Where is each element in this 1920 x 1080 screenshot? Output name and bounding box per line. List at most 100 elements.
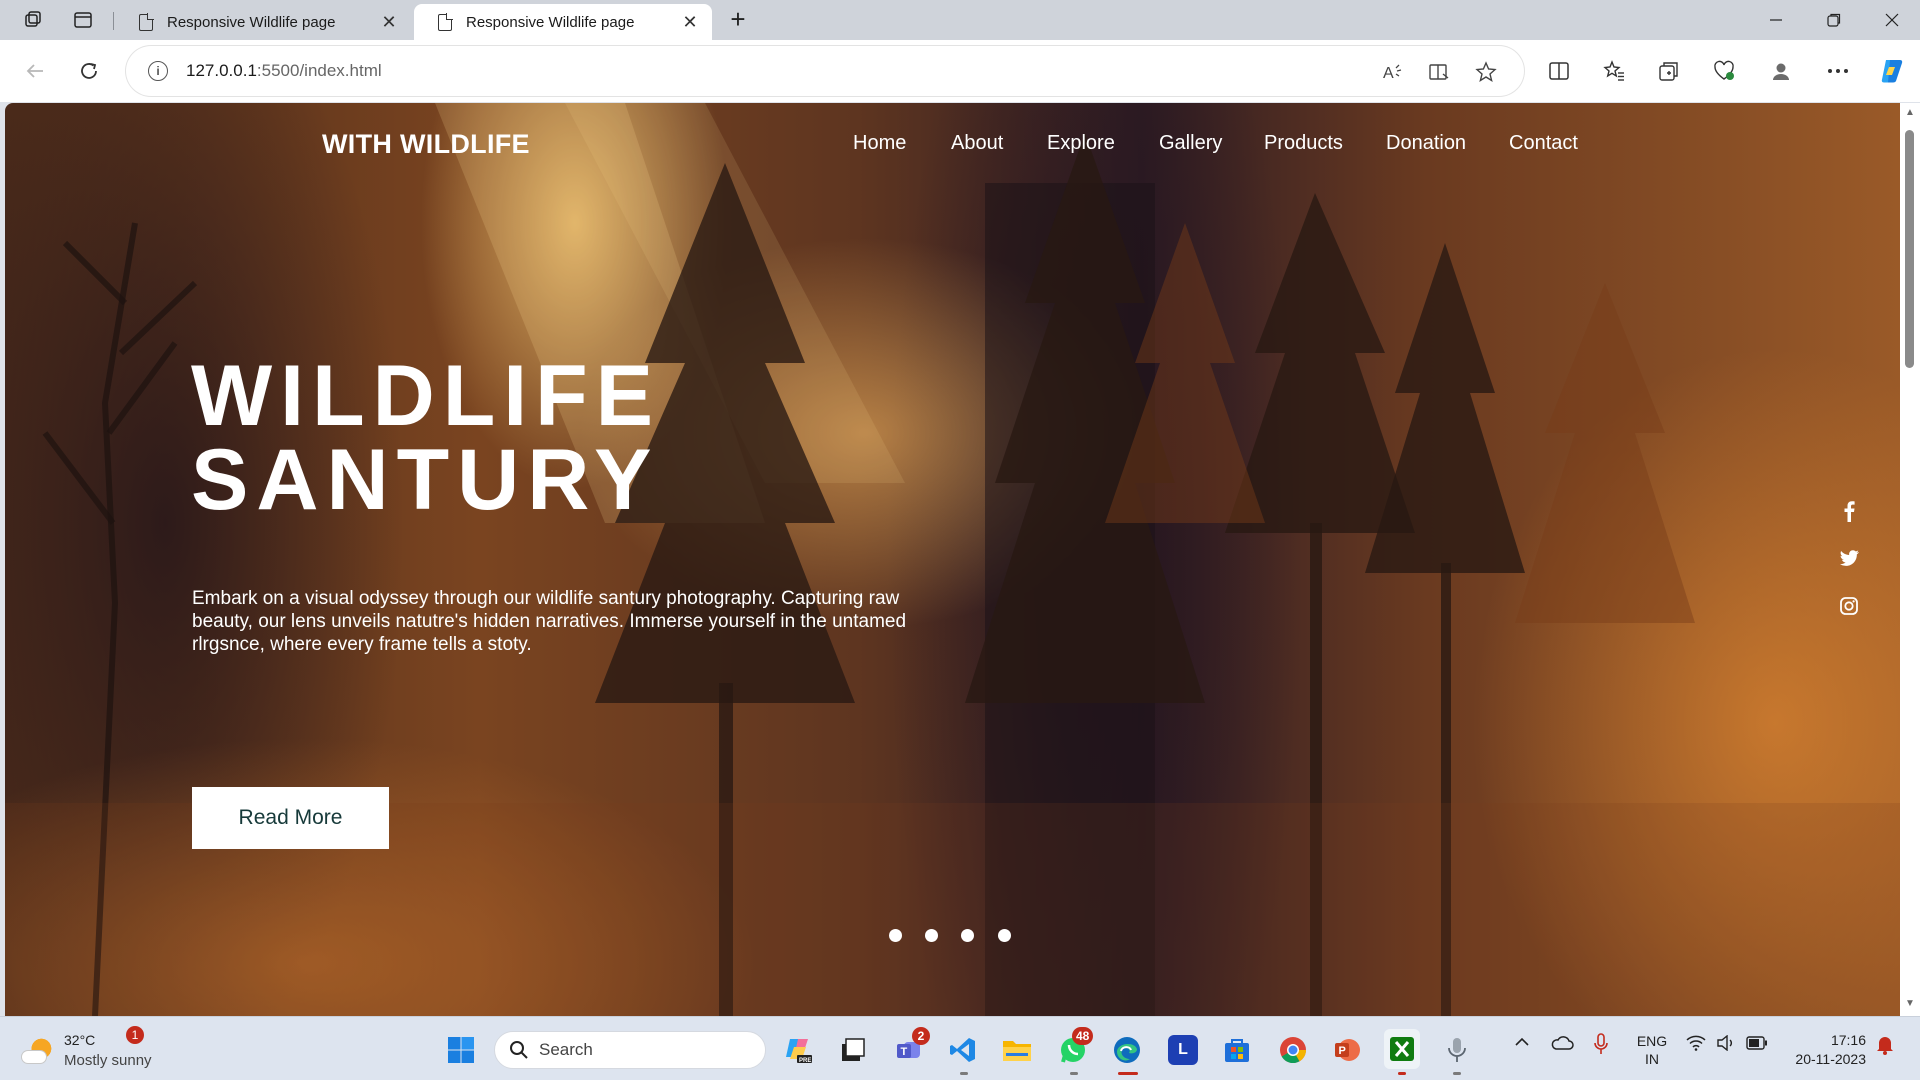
hero-description: Embark on a visual odyssey through our w… xyxy=(192,588,907,655)
page-icon xyxy=(438,12,453,31)
wifi-icon[interactable] xyxy=(1686,1035,1706,1055)
tab-wildlife-2[interactable]: Responsive Wildlife page ✕ xyxy=(414,4,712,40)
instagram-icon[interactable] xyxy=(1837,594,1861,618)
page-icon xyxy=(139,12,154,31)
browser-essentials-icon[interactable] xyxy=(1707,54,1741,88)
site-logo[interactable]: WITH WILDLIFE xyxy=(322,129,530,160)
cloud-icon xyxy=(22,1051,46,1063)
clock-time: 17:16 xyxy=(1830,1032,1866,1048)
read-more-button[interactable]: Read More xyxy=(192,787,389,849)
back-arrow-icon[interactable] xyxy=(18,54,52,88)
windows-start-icon[interactable] xyxy=(446,1035,476,1065)
page-hero-section: WITH WILDLIFE Home About Explore Gallery… xyxy=(5,103,1900,1016)
browser-toolbar: i 127.0.0.1:5500/index.html A xyxy=(0,40,1920,102)
recorder-running-indicator xyxy=(1453,1072,1461,1075)
address-bar[interactable]: i 127.0.0.1:5500/index.html A xyxy=(126,46,1524,96)
scroll-up-arrow-icon[interactable]: ▲ xyxy=(1904,107,1916,118)
close-tab-icon[interactable]: ✕ xyxy=(680,12,700,33)
tab-title: Responsive Wildlife page xyxy=(466,13,635,31)
immersive-reader-icon[interactable] xyxy=(1426,59,1452,85)
language-code: ENG xyxy=(1636,1033,1668,1049)
onedrive-cloud-icon[interactable] xyxy=(1550,1035,1574,1055)
read-aloud-icon[interactable]: A xyxy=(1380,59,1406,85)
slider-dot[interactable] xyxy=(998,929,1011,942)
input-language-indicator[interactable]: ENG IN xyxy=(1636,1032,1668,1068)
nav-about[interactable]: About xyxy=(951,132,1003,155)
favorite-star-icon[interactable] xyxy=(1473,59,1499,85)
site-info-icon[interactable]: i xyxy=(148,61,168,81)
teams-icon[interactable]: T 2 xyxy=(894,1027,930,1065)
vscode-running-indicator xyxy=(960,1072,968,1075)
nav-explore[interactable]: Explore xyxy=(1047,132,1115,155)
collections-icon[interactable] xyxy=(1652,54,1686,88)
tab-actions-icon[interactable] xyxy=(68,6,98,34)
search-label: Search xyxy=(539,1040,593,1059)
microsoft-store-icon[interactable] xyxy=(1222,1035,1252,1065)
task-view-icon[interactable] xyxy=(838,1035,868,1065)
nav-home[interactable]: Home xyxy=(853,132,906,155)
weather-description: Mostly sunny xyxy=(64,1052,152,1069)
close-tab-icon[interactable]: ✕ xyxy=(379,12,399,33)
tab-wildlife-1[interactable]: Responsive Wildlife page ✕ xyxy=(115,4,411,40)
forest-background-image xyxy=(5,103,1900,1016)
scroll-down-arrow-icon[interactable]: ▼ xyxy=(1904,998,1916,1009)
profile-avatar-icon[interactable] xyxy=(1764,54,1798,88)
search-icon xyxy=(510,1041,528,1059)
slider-dot[interactable] xyxy=(925,929,938,942)
close-window-button[interactable] xyxy=(1864,0,1920,40)
browser-title-bar: Responsive Wildlife page ✕ Responsive Wi… xyxy=(0,0,1920,40)
split-screen-icon[interactable] xyxy=(1542,54,1576,88)
svg-text:P: P xyxy=(1339,1045,1346,1057)
slider-dot[interactable] xyxy=(961,929,974,942)
file-explorer-icon[interactable] xyxy=(1002,1035,1032,1065)
xbox-icon[interactable] xyxy=(1384,1029,1420,1069)
nav-gallery[interactable]: Gallery xyxy=(1159,132,1222,155)
minimize-button[interactable] xyxy=(1748,0,1804,40)
restore-button[interactable] xyxy=(1806,0,1862,40)
l-app-icon[interactable]: L xyxy=(1168,1035,1198,1065)
svg-text:A: A xyxy=(1383,65,1394,82)
edge-active-indicator xyxy=(1118,1072,1138,1075)
windows-taskbar: 32°C Mostly sunny 1 Search PRE T 2 48 L xyxy=(0,1016,1920,1080)
volume-icon[interactable] xyxy=(1716,1034,1736,1055)
clock-date: 20-11-2023 xyxy=(1795,1051,1866,1067)
url-text[interactable]: 127.0.0.1:5500/index.html xyxy=(186,61,382,81)
teams-notification-badge: 2 xyxy=(912,1027,930,1045)
svg-text:PRE: PRE xyxy=(799,1058,811,1064)
taskbar-search-box[interactable]: Search xyxy=(494,1031,766,1069)
nav-donation[interactable]: Donation xyxy=(1386,132,1466,155)
whatsapp-running-indicator xyxy=(1070,1072,1078,1075)
battery-icon[interactable] xyxy=(1746,1036,1768,1054)
hero-title-line1: WILDLIFE xyxy=(191,348,662,444)
copilot-icon[interactable] xyxy=(1875,54,1909,88)
weather-notification-badge: 1 xyxy=(126,1026,144,1044)
slider-dot[interactable] xyxy=(889,929,902,942)
svg-text:T: T xyxy=(901,1046,908,1058)
edge-browser-icon[interactable] xyxy=(1112,1035,1142,1065)
voice-recorder-icon[interactable] xyxy=(1442,1035,1472,1065)
whatsapp-notification-badge: 48 xyxy=(1072,1027,1094,1045)
notification-bell-icon[interactable] xyxy=(1876,1035,1894,1059)
workspaces-icon[interactable] xyxy=(18,6,48,34)
nav-contact[interactable]: Contact xyxy=(1509,132,1578,155)
powerpoint-icon[interactable]: P xyxy=(1332,1035,1362,1065)
xbox-running-indicator xyxy=(1398,1072,1406,1075)
favorites-icon[interactable] xyxy=(1597,54,1631,88)
tab-separator xyxy=(113,12,114,30)
twitter-icon[interactable] xyxy=(1837,547,1861,571)
refresh-icon[interactable] xyxy=(72,54,106,88)
microphone-in-use-icon[interactable] xyxy=(1594,1033,1608,1059)
new-tab-button[interactable]: + xyxy=(722,4,754,36)
chrome-icon[interactable] xyxy=(1278,1035,1308,1065)
region-code: IN xyxy=(1645,1051,1659,1067)
nav-products[interactable]: Products xyxy=(1264,132,1343,155)
copilot-preview-icon[interactable]: PRE xyxy=(784,1035,814,1065)
whatsapp-icon[interactable]: 48 xyxy=(1058,1027,1094,1065)
scrollbar-thumb[interactable] xyxy=(1905,130,1914,368)
more-options-icon[interactable] xyxy=(1821,54,1855,88)
system-clock[interactable]: 17:16 20-11-2023 xyxy=(1786,1031,1866,1069)
tab-title: Responsive Wildlife page xyxy=(167,13,336,31)
facebook-icon[interactable] xyxy=(1837,499,1861,523)
show-hidden-icons-chevron-icon[interactable] xyxy=(1514,1035,1530,1052)
vscode-icon[interactable] xyxy=(948,1035,978,1065)
